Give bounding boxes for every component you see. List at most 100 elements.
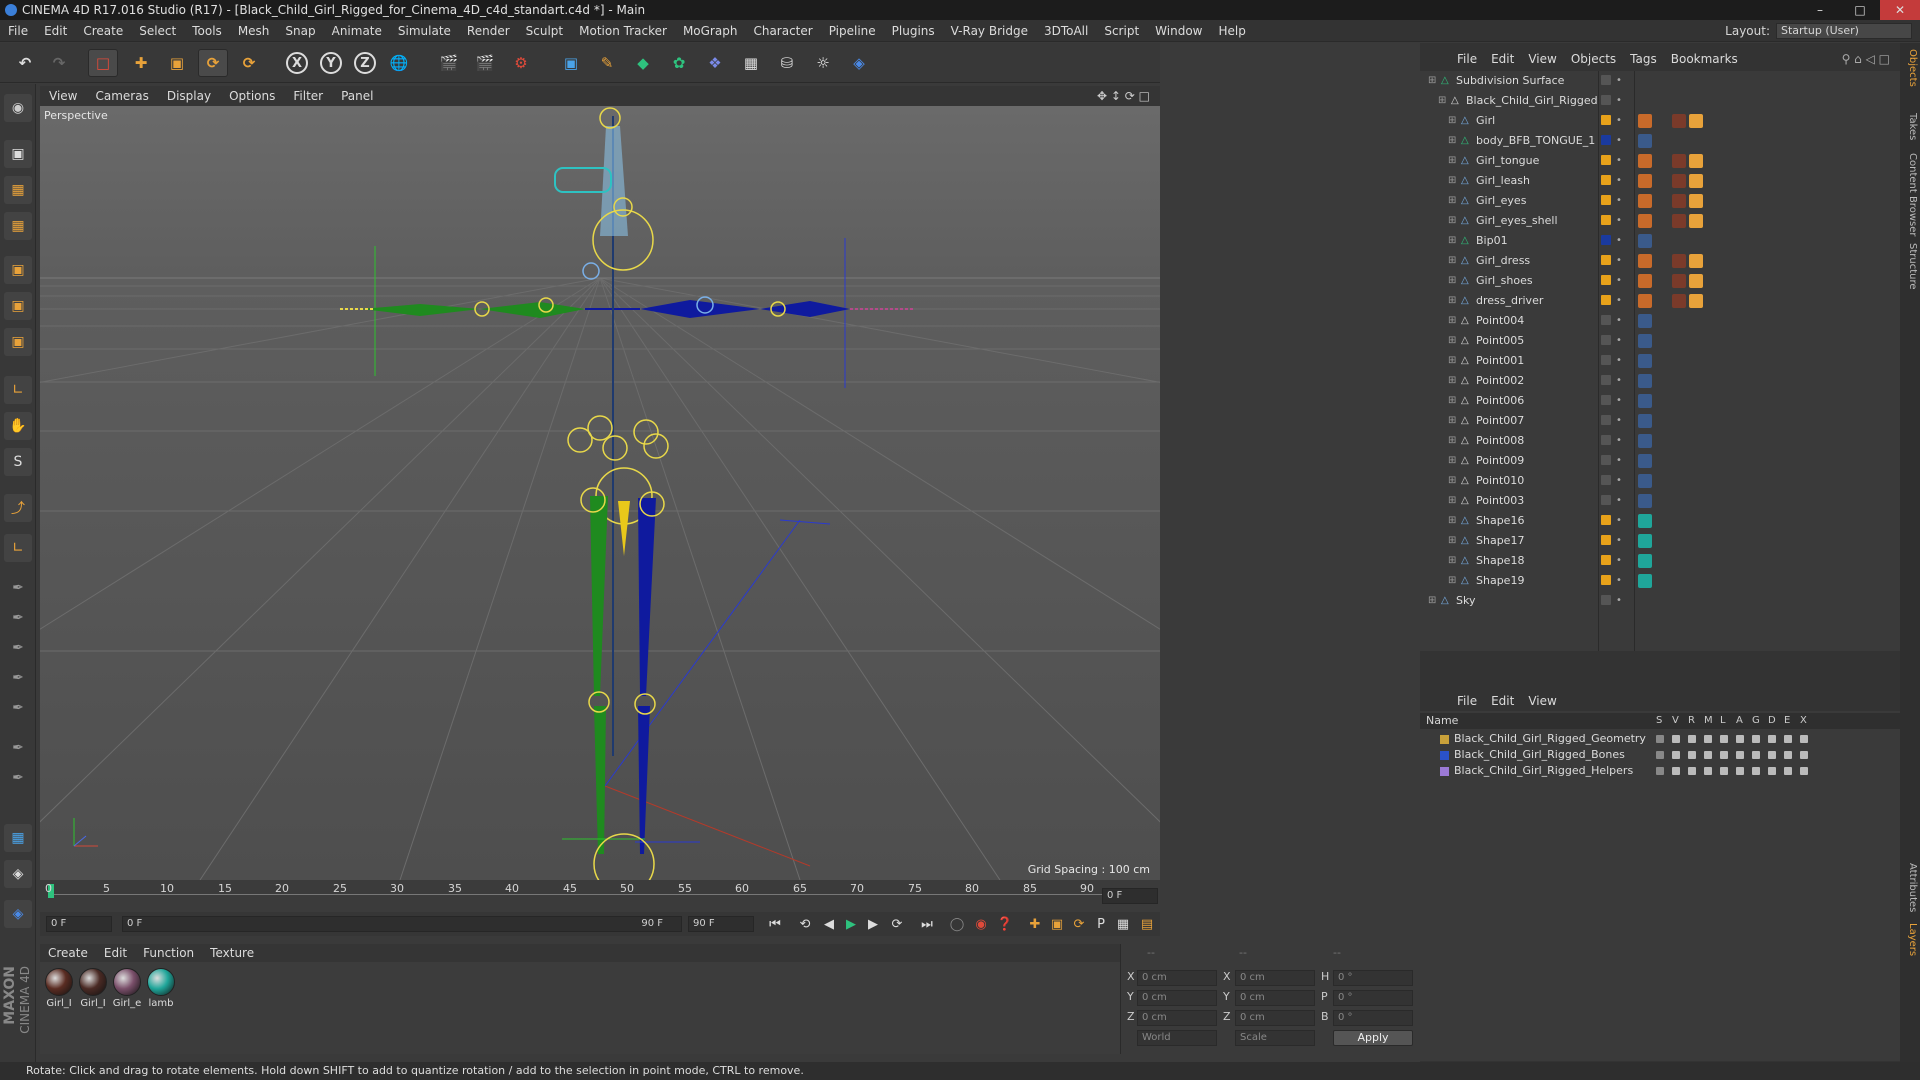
layer-color-swatch[interactable] — [1601, 535, 1611, 545]
expand-icon[interactable]: ⊞ — [1448, 256, 1458, 266]
expand-icon[interactable]: ⊞ — [1448, 536, 1458, 546]
object-row[interactable]: ⊞ △ Shape16 • — [1420, 511, 1900, 531]
expand-icon[interactable]: ⊞ — [1448, 356, 1458, 366]
menu-help[interactable]: Help — [1210, 20, 1253, 42]
expand-icon[interactable]: ⊞ — [1448, 276, 1458, 286]
tag-icon[interactable] — [1655, 534, 1669, 548]
expand-icon[interactable]: ⊞ — [1448, 576, 1458, 586]
object-row[interactable]: ⊞ △ Point007 • — [1420, 411, 1900, 431]
tag-icon[interactable] — [1655, 554, 1669, 568]
layer-flag-toggle[interactable] — [1656, 751, 1664, 759]
visibility-dots-icon[interactable]: • — [1616, 156, 1626, 166]
object-row[interactable]: ⊞ △ Point002 • — [1420, 371, 1900, 391]
visibility-dots-icon[interactable]: • — [1616, 476, 1626, 486]
layer-color-swatch[interactable] — [1601, 235, 1611, 245]
perspective-viewport[interactable]: Perspective Grid Spacing: 100 cm — [40, 106, 1160, 880]
objects-menu-tags[interactable]: Tags — [1623, 52, 1664, 66]
tag-icon[interactable] — [1689, 174, 1703, 188]
size-x-field[interactable]: 0 cm — [1235, 970, 1315, 986]
layer-color-swatch[interactable] — [1440, 735, 1449, 744]
render-picture-viewer-icon[interactable]: 🎬 — [470, 49, 500, 77]
deformer-icon[interactable]: ❖ — [700, 49, 730, 77]
viewport-menu-view[interactable]: View — [40, 89, 86, 103]
prev-key-icon[interactable]: ⟲ — [794, 914, 816, 934]
objects-menu-edit[interactable]: Edit — [1484, 52, 1521, 66]
start-frame-field[interactable]: 0 F — [46, 916, 112, 932]
render-view-icon[interactable]: 🎬 — [434, 49, 464, 77]
layer-color-swatch[interactable] — [1601, 415, 1611, 425]
object-row[interactable]: ⊞ △ Black_Child_Girl_Rigged • — [1420, 91, 1900, 111]
layer-color-swatch[interactable] — [1601, 395, 1611, 405]
key-rotation-icon[interactable]: ⟳ — [1068, 914, 1090, 934]
layer-color-swatch[interactable] — [1601, 95, 1611, 105]
visibility-dots-icon[interactable]: • — [1616, 236, 1626, 246]
layer-color-swatch[interactable] — [1440, 751, 1449, 760]
expand-icon[interactable]: ⊞ — [1448, 156, 1458, 166]
expand-icon[interactable]: ⊞ — [1448, 116, 1458, 126]
tag-icon[interactable] — [1638, 574, 1652, 588]
expand-icon[interactable]: ⊞ — [1438, 96, 1448, 106]
tag-icon[interactable] — [1689, 214, 1703, 228]
material-swatch[interactable]: Girl_e — [112, 968, 142, 1009]
visibility-dots-icon[interactable]: • — [1616, 436, 1626, 446]
layer-flag-toggle[interactable] — [1656, 735, 1664, 743]
object-row[interactable]: ⊞ △ Point008 • — [1420, 431, 1900, 451]
expand-icon[interactable]: ⊞ — [1448, 236, 1458, 246]
brush-tool-5-icon[interactable]: ✒ — [4, 694, 32, 722]
menu-character[interactable]: Character — [745, 20, 820, 42]
visibility-dots-icon[interactable]: • — [1616, 116, 1626, 126]
visibility-dots-icon[interactable]: • — [1616, 76, 1626, 86]
material-menu-edit[interactable]: Edit — [96, 946, 135, 960]
layer-flag-toggle[interactable] — [1768, 735, 1776, 743]
viewport-menu-display[interactable]: Display — [158, 89, 220, 103]
layer-flag-toggle[interactable] — [1800, 735, 1808, 743]
menu-script[interactable]: Script — [1096, 20, 1147, 42]
floor-icon[interactable]: ▦ — [736, 49, 766, 77]
workplane-mode-icon[interactable]: ▦ — [4, 212, 32, 240]
menu-simulate[interactable]: Simulate — [390, 20, 459, 42]
expand-icon[interactable]: ⊞ — [1448, 376, 1458, 386]
material-menu-function[interactable]: Function — [135, 946, 202, 960]
viewport-menu-panel[interactable]: Panel — [332, 89, 382, 103]
timeline-ruler[interactable]: 0 5 10 15 20 25 30 35 40 45 50 55 60 65 … — [40, 880, 1160, 912]
menu-edit[interactable]: Edit — [36, 20, 75, 42]
texture-mode-icon[interactable]: ▦ — [4, 176, 32, 204]
expand-icon[interactable]: ⊞ — [1448, 436, 1458, 446]
tag-icon[interactable] — [1638, 534, 1652, 548]
make-editable-icon[interactable]: ◉ — [4, 94, 32, 122]
tag-icon[interactable] — [1672, 114, 1686, 128]
layer-flag-toggle[interactable] — [1688, 767, 1696, 775]
visibility-dots-icon[interactable]: • — [1616, 576, 1626, 586]
layout-dropdown[interactable]: Startup (User) — [1776, 23, 1912, 39]
object-row[interactable]: ⊞ △ Point010 • — [1420, 471, 1900, 491]
visibility-dots-icon[interactable]: • — [1616, 316, 1626, 326]
tag-icon[interactable] — [1655, 194, 1669, 208]
pen-spline-icon[interactable]: ✎ — [592, 49, 622, 77]
menu-render[interactable]: Render — [459, 20, 518, 42]
object-row[interactable]: ⊞ △ Girl_shoes • — [1420, 271, 1900, 291]
visibility-dots-icon[interactable]: • — [1616, 376, 1626, 386]
side-tab-content-browser[interactable]: Content Browser — [1902, 153, 1918, 236]
tag-icon[interactable] — [1689, 254, 1703, 268]
layers-menu-edit[interactable]: Edit — [1484, 694, 1521, 708]
expand-icon[interactable]: ⊞ — [1448, 296, 1458, 306]
expand-icon[interactable]: ⊞ — [1448, 136, 1458, 146]
tag-icon[interactable] — [1655, 294, 1669, 308]
tag-icon[interactable] — [1638, 414, 1652, 428]
tag-icon[interactable] — [1638, 474, 1652, 488]
brush-tool-7-icon[interactable]: ✒ — [4, 764, 32, 792]
object-row[interactable]: ⊞ △ Subdivision Surface • — [1420, 71, 1900, 91]
visibility-dots-icon[interactable]: • — [1616, 516, 1626, 526]
visibility-dots-icon[interactable]: • — [1616, 276, 1626, 286]
next-frame-icon[interactable]: ▶ — [862, 914, 884, 934]
tag-icon[interactable] — [1638, 374, 1652, 388]
tag-icon[interactable] — [1638, 294, 1652, 308]
timeline-menu-icon[interactable]: ▤ — [1136, 914, 1158, 934]
layer-color-swatch[interactable] — [1601, 295, 1611, 305]
tag-icon[interactable] — [1638, 494, 1652, 508]
tag-icon[interactable] — [1638, 334, 1652, 348]
python-icon[interactable]: ◈ — [844, 49, 874, 77]
layer-flag-toggle[interactable] — [1784, 767, 1792, 775]
cloner-icon[interactable]: ✿ — [664, 49, 694, 77]
tag-icon[interactable] — [1638, 274, 1652, 288]
